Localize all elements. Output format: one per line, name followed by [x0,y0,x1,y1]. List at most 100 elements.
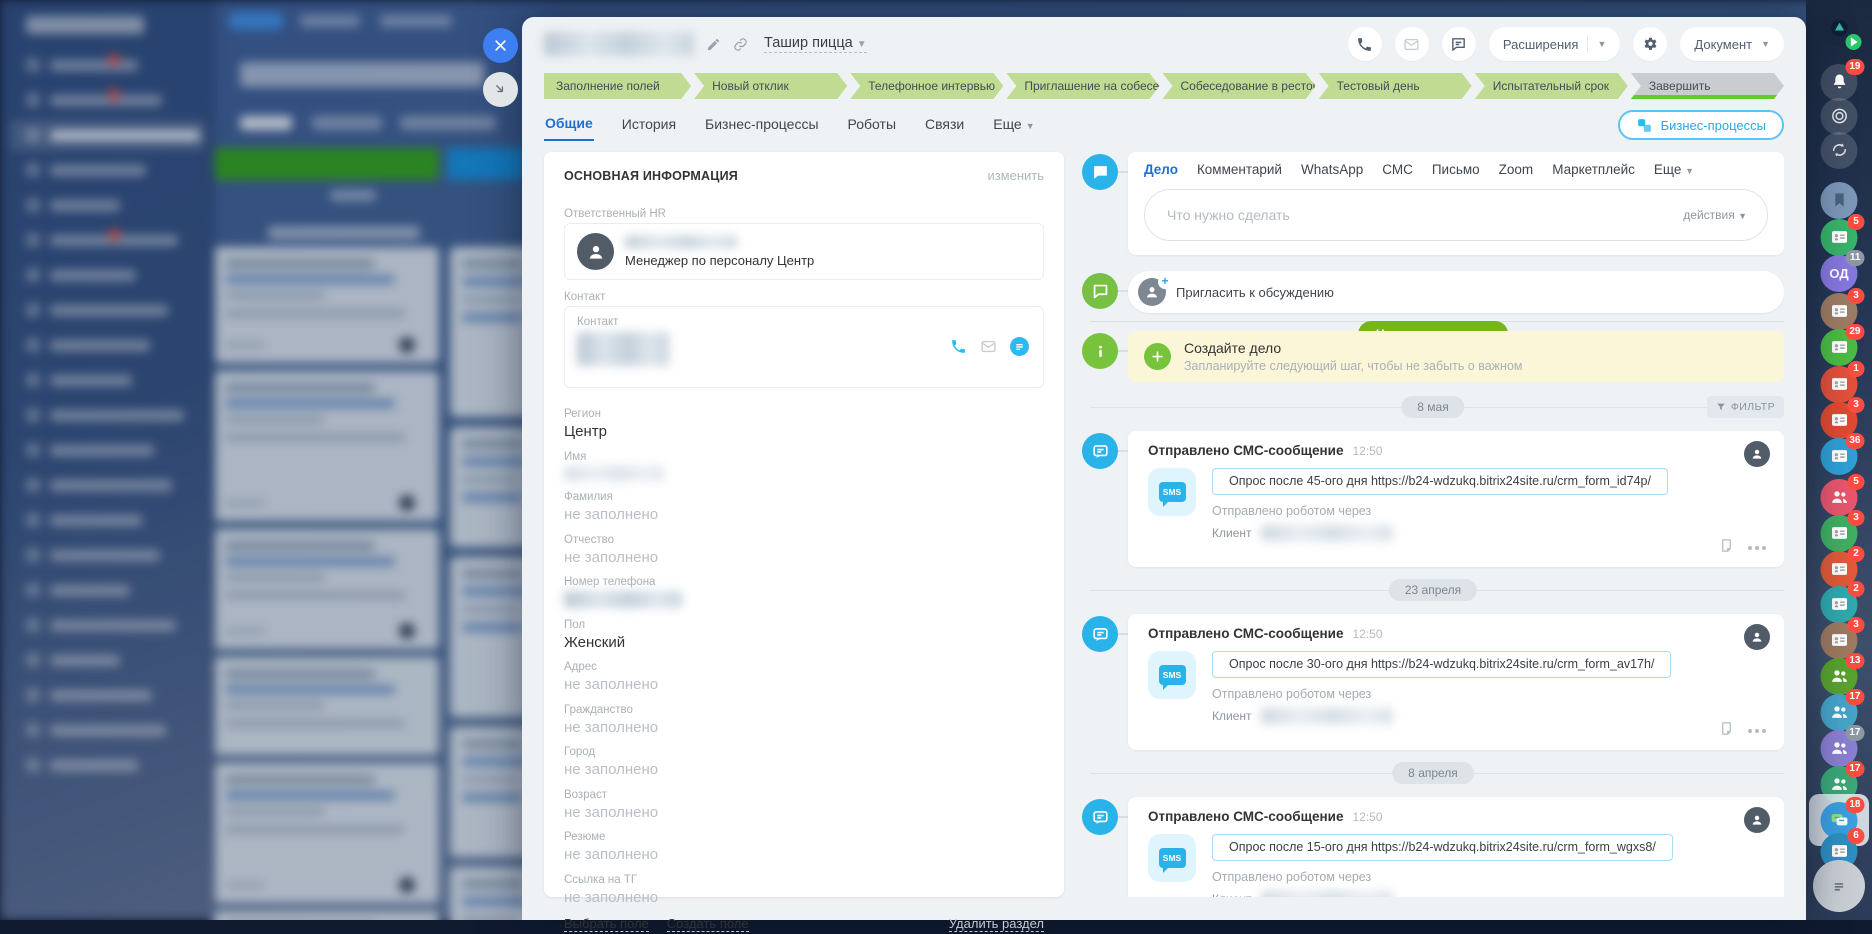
todo-input[interactable] [1165,206,1684,224]
extensions-dropdown[interactable]: Расширения ▼ [1488,27,1621,61]
entity-title-masked [544,32,694,56]
tab-more[interactable]: Еще ▼ [992,110,1035,140]
pipeline-stage[interactable]: Новый отклик [694,73,847,99]
dock-messenger-logo-icon[interactable] [1820,9,1862,50]
tab-Связи[interactable]: Связи [924,110,965,140]
timeline-tab-Дело[interactable]: Дело [1144,162,1178,177]
client-name-masked [1260,525,1393,541]
field-Резюме: Резюме не заполнено [564,831,1044,863]
sms-message-bubble[interactable]: Опрос после 15-ого дня https://b24-wdzuk… [1212,834,1673,861]
timeline-tab-Zoom[interactable]: Zoom [1499,162,1534,177]
sms-entry-card: Отправлено СМС-сообщение 12:50 SMS Опрос по… [1128,797,1784,897]
close-icon[interactable] [483,28,518,63]
filter-button[interactable]: ФИЛЬТР [1706,396,1784,418]
pipeline-stage[interactable]: Испытательный срок [1475,73,1628,99]
collapse-slider-icon[interactable] [483,72,518,107]
field-label: Фамилия [564,491,613,503]
dock-focus-icon[interactable] [1820,97,1858,135]
field-Ссылка на ТГ: Ссылка на ТГ не заполнено [564,874,1044,906]
note-icon[interactable] [1719,721,1734,741]
edit-section-link[interactable]: изменить [987,168,1044,183]
sms-icon: SMS [1148,651,1196,699]
contact-inner-label: Контакт [577,315,619,328]
create-field-link[interactable]: Создать поле [666,916,749,932]
pipeline-stage[interactable]: Собеседование в ресторане [1163,73,1316,99]
more-actions-icon[interactable] [1748,546,1766,550]
funnel-icon [1717,403,1725,410]
todo-actions-dropdown[interactable]: действия ▼ [1683,208,1747,222]
company-link[interactable]: Ташир пицца ▼ [764,35,867,53]
pipeline-stage[interactable]: Телефонное интервью [850,73,1003,99]
dock-notifications-icon[interactable]: 19 [1820,58,1865,101]
sms-entry-card: Отправлено СМС-сообщение 12:50 SMS Опрос по… [1128,614,1784,750]
document-dropdown[interactable]: Документ ▼ [1680,27,1784,61]
field-value: Женский [564,633,626,651]
select-field-link[interactable]: Выбрать поле [564,916,649,932]
settings-gear-icon[interactable] [1633,27,1668,61]
sms-stream-icon [1082,799,1118,835]
field-label: Город [564,746,596,758]
timeline-tab-WhatsApp[interactable]: WhatsApp [1301,162,1363,177]
sms-icon: SMS [1148,834,1196,882]
copy-link-icon[interactable] [733,37,748,52]
tab-История[interactable]: История [621,110,677,140]
sms-message-bubble[interactable]: Опрос после 30-ого дня https://b24-wdzuk… [1212,651,1672,678]
tab-Бизнес-процессы[interactable]: Бизнес-процессы [704,110,819,140]
timeline-icon-col [1082,331,1128,382]
timeline-column: Дело Комментарий WhatsApp СМС Письмо Zoom Марк… [1082,152,1784,897]
timeline-icon-col [1082,271,1128,313]
tab-Роботы[interactable]: Роботы [847,110,897,140]
hint-title[interactable]: Создайте дело [1184,340,1523,356]
client-label: Клиент [1212,709,1252,723]
timeline-tab-Маркетплейс[interactable]: Маркетплейс [1552,162,1635,177]
more-actions-icon[interactable] [1748,729,1766,733]
sms-icon: SMS [1148,468,1196,516]
user-avatar [577,233,614,270]
timeline-tab-more[interactable]: Еще ▼ [1654,162,1694,177]
dock-channel-od-icon[interactable]: ОД 11 [1820,249,1865,292]
field-label: Ссылка на ТГ [564,873,638,886]
main-info-card: ОСНОВНАЯ ИНФОРМАЦИЯ изменить Ответственн… [544,152,1064,932]
field-value: не заполнено [564,506,659,523]
contact-mail-icon[interactable] [980,338,997,355]
entity-tab-list: Общие История Бизнес-процессы Роботы Связи Ещ… [544,109,1063,141]
info-card-footer: Выбрать поле Создать поле Удалить раздел [564,916,1044,934]
field-label: Пол [564,618,586,631]
dock-channel-6-icon[interactable]: 36 [1820,432,1865,475]
timeline-tab-Письмо[interactable]: Письмо [1432,162,1480,177]
edit-title-icon[interactable] [706,37,721,52]
contact-call-icon[interactable] [950,338,967,355]
hint-row: Создайте дело Запланируйте следующий шаг… [1082,331,1784,382]
chat-button[interactable] [1441,27,1476,61]
timeline-tab-СМС[interactable]: СМС [1382,162,1413,177]
delete-section-link[interactable]: Удалить раздел [948,916,1044,932]
unread-badge: 2 [1847,580,1865,597]
responsible-name-masked [625,235,737,248]
pipeline-stage[interactable]: Завершить [1631,73,1784,99]
unread-badge: 19 [1845,58,1865,75]
pipeline-stage[interactable]: Заполнение полей [544,73,691,99]
contact-chat-icon[interactable] [1010,336,1029,356]
mail-button[interactable] [1394,27,1429,61]
invite-to-discussion[interactable]: + Пригласить к обсуждению [1128,271,1784,313]
unread-badge: 5 [1847,213,1865,230]
hint-subtitle: Запланируйте следующий шаг, чтобы не заб… [1184,359,1523,373]
timeline-tab-Комментарий[interactable]: Комментарий [1197,162,1282,177]
responsible-box[interactable]: Менеджер по персоналу Центр [564,223,1044,280]
pipeline-stage[interactable]: Приглашение на собеседова... [1006,73,1159,99]
call-button[interactable] [1347,27,1382,61]
contact-box[interactable]: Контакт [564,305,1044,388]
sms-message-bubble[interactable]: Опрос после 45-ого дня https://b24-wdzuk… [1212,468,1668,495]
pipeline-stage[interactable]: Тестовый день [1319,73,1472,99]
business-process-button[interactable]: Бизнес-процессы [1617,110,1784,140]
chevron-down-icon: ▼ [1738,211,1747,221]
note-icon[interactable] [1719,538,1734,558]
add-task-icon[interactable] [1144,343,1171,370]
dock-chat-transfer-icon[interactable] [1820,131,1858,169]
dock-dock-menu-icon[interactable] [1813,860,1865,912]
unread-badge: 36 [1845,432,1865,449]
tab-Общие[interactable]: Общие [544,109,594,141]
od-label: ОД [1829,265,1849,281]
sms-entry-body: SMS Опрос после 45-ого дня https://b24-wd… [1148,468,1764,541]
sms-badge: SMS [1158,848,1186,873]
